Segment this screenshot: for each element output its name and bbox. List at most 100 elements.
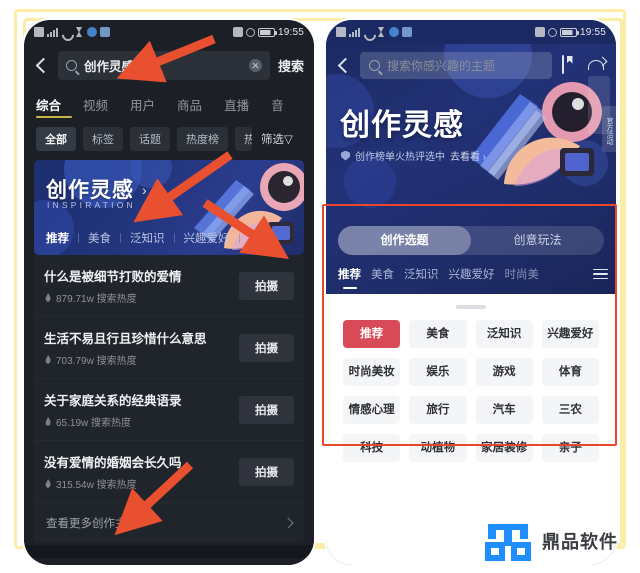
category-tab-fanzhishi[interactable]: 泛知识	[404, 266, 439, 282]
clear-circle-icon[interactable]	[248, 59, 262, 72]
topic-row[interactable]: 什么是被细节打败的爱情 879.71w 搜索热度 拍摄	[34, 255, 304, 317]
app-icon	[402, 27, 412, 37]
drag-handle[interactable]	[456, 305, 486, 309]
alarm-icon	[245, 27, 255, 37]
sim-icon	[34, 27, 44, 37]
chip-biaoqian[interactable]: 标签	[83, 127, 123, 151]
banner-tab-meishi[interactable]: 美食	[79, 230, 120, 246]
flame-icon	[45, 293, 51, 302]
share-icon[interactable]	[587, 56, 606, 75]
shoot-button[interactable]: 拍摄	[239, 395, 294, 424]
tab-zhibo[interactable]: 直播	[224, 95, 249, 119]
topic-row[interactable]: 生活不易且行且珍惜什么意思 703.79w 搜索热度 拍摄	[34, 317, 304, 379]
category-chip-tiyu[interactable]: 体育	[541, 358, 599, 386]
search-icon	[66, 60, 77, 71]
category-chip-tuijian[interactable]: 推荐	[343, 320, 401, 348]
topic-info: 没有爱情的婚姻会长久吗 315.54w 搜索热度	[44, 452, 182, 491]
back-chevron-icon[interactable]	[334, 57, 352, 75]
banner-tab-fanzhishi[interactable]: 泛知识	[121, 230, 174, 246]
topic-row[interactable]: 没有爱情的婚姻会长久吗 315.54w 搜索热度 拍摄	[34, 441, 304, 503]
shoot-button[interactable]: 拍摄	[239, 271, 294, 300]
banner-tab-gengduo[interactable]: 更多	[240, 230, 281, 246]
hamburger-menu-icon[interactable]	[593, 268, 608, 280]
category-chip-meishi[interactable]: 美食	[409, 320, 467, 348]
tab-shangpin[interactable]: 商品	[177, 95, 202, 119]
topic-heat-text: 703.79w 搜索热度	[56, 356, 137, 367]
category-chip-yule[interactable]: 娱乐	[409, 358, 467, 386]
category-chip-dongzhiwu[interactable]: 动植物	[409, 434, 467, 462]
divider	[120, 233, 121, 243]
sim-icon	[336, 27, 346, 37]
search-icon	[369, 60, 380, 71]
user-section-header: 用户 ···	[24, 558, 314, 565]
battery-icon	[559, 27, 579, 37]
category-chip-jiajuzhuangxiu[interactable]: 家居装修	[475, 434, 533, 462]
category-chip-xingquaihao[interactable]: 兴趣爱好	[541, 320, 599, 348]
view-more-topics-row[interactable]: 查看更多创作主题	[34, 503, 304, 543]
chip-re-truncated[interactable]: 热	[235, 127, 252, 151]
chip-huati[interactable]: 话题	[130, 127, 170, 151]
filter-button[interactable]: 筛选▽	[261, 131, 293, 147]
shoot-button[interactable]: 拍摄	[239, 457, 294, 486]
hero-note-link[interactable]: 去看看 ›	[450, 148, 486, 163]
category-chip-shishangmeizhuang[interactable]: 时尚美妆	[343, 358, 401, 386]
nfc-icon	[232, 27, 243, 37]
category-chip-qiche[interactable]: 汽车	[475, 396, 533, 424]
chip-redubang[interactable]: 热度榜	[177, 127, 228, 151]
topic-heat: 315.54w 搜索热度	[44, 476, 182, 491]
hero-illustration	[470, 76, 610, 186]
tab-yinyue[interactable]: 音	[271, 95, 284, 119]
category-tab-shishang[interactable]: 时尚美	[505, 266, 540, 282]
hero-note-text: 创作榜单火热评选中	[355, 152, 445, 163]
category-chip-keji[interactable]: 科技	[343, 434, 401, 462]
nfc-icon	[534, 27, 545, 37]
left-search-row: 创作灵感 搜索	[24, 44, 314, 89]
category-chip-youxi[interactable]: 游戏	[475, 358, 533, 386]
chip-quanbu[interactable]: 全部	[36, 127, 76, 151]
banner-chevron-icon: ›	[142, 182, 147, 198]
section-divider	[24, 545, 314, 558]
segment-chuangyiwanfa[interactable]: 创意玩法	[471, 226, 604, 255]
chevron-right-icon	[283, 519, 292, 528]
topic-heat: 65.19w 搜索热度	[44, 414, 182, 429]
flame-icon	[45, 479, 51, 488]
hero-note[interactable]: 创作榜单火热评选中 去看看 ›	[341, 148, 486, 163]
topic-info: 生活不易且行且珍惜什么意思 703.79w 搜索热度	[44, 328, 207, 367]
official-activity-tag[interactable]: 官方活动	[602, 106, 616, 152]
watermark: 鼎品软件	[485, 521, 618, 561]
screenshot-root: 19:55 创作灵感 搜索 综合 视频 用户 商品 直播 音 全部 标签 话题 …	[0, 0, 640, 573]
back-chevron-icon[interactable]	[32, 57, 50, 75]
banner-tab-tuijian[interactable]: 推荐	[46, 230, 78, 246]
topic-heat: 703.79w 搜索热度	[44, 352, 207, 367]
active-tab-underline	[36, 115, 72, 118]
category-chip-qinzi[interactable]: 亲子	[541, 434, 599, 462]
shoot-button[interactable]: 拍摄	[239, 333, 294, 362]
category-chip-sannong[interactable]: 三农	[541, 396, 599, 424]
segment-control: 创作选题 创意玩法	[338, 226, 604, 255]
banner-tab-xingquaihao[interactable]: 兴趣爱好	[175, 230, 239, 246]
flame-icon	[45, 417, 51, 426]
banner-subtitle: INSPIRATION	[47, 200, 136, 210]
bookmark-icon[interactable]	[560, 55, 579, 75]
shield-icon	[341, 150, 350, 161]
search-input[interactable]: 创作灵感	[58, 51, 270, 80]
category-chip-qingganxinli[interactable]: 情感心理	[343, 396, 401, 424]
category-tab-xingquaihao[interactable]: 兴趣爱好	[449, 266, 495, 282]
app-icon	[100, 27, 110, 37]
topic-row[interactable]: 关于家庭关系的经典语录 65.19w 搜索热度 拍摄	[34, 379, 304, 441]
tab-shipin[interactable]: 视频	[83, 95, 108, 119]
banner-tab-row: 推荐 美食 泛知识 兴趣爱好 更多	[46, 230, 296, 246]
category-chip-grid: 推荐 美食 泛知识 兴趣爱好 时尚美妆 娱乐 游戏 体育 情感心理 旅行 汽车 …	[332, 320, 610, 462]
wifi-icon	[61, 27, 71, 37]
search-button[interactable]: 搜索	[278, 56, 304, 75]
segment-chuangzuoxuanti[interactable]: 创作选题	[338, 226, 471, 255]
tab-yonghu[interactable]: 用户	[130, 95, 155, 119]
category-chip-lvxing[interactable]: 旅行	[409, 396, 467, 424]
alarm-icon	[547, 27, 557, 37]
category-chip-fanzhishi[interactable]: 泛知识	[475, 320, 533, 348]
inspiration-banner[interactable]: 创作灵感 › INSPIRATION 推荐 美食 泛知识 兴趣爱好 更多	[34, 160, 304, 255]
category-tab-tuijian[interactable]: 推荐	[338, 266, 361, 282]
status-clock: 19:55	[277, 26, 304, 38]
search-input[interactable]: 搜索你感兴趣的主题	[360, 52, 552, 79]
category-tab-meishi[interactable]: 美食	[371, 266, 394, 282]
